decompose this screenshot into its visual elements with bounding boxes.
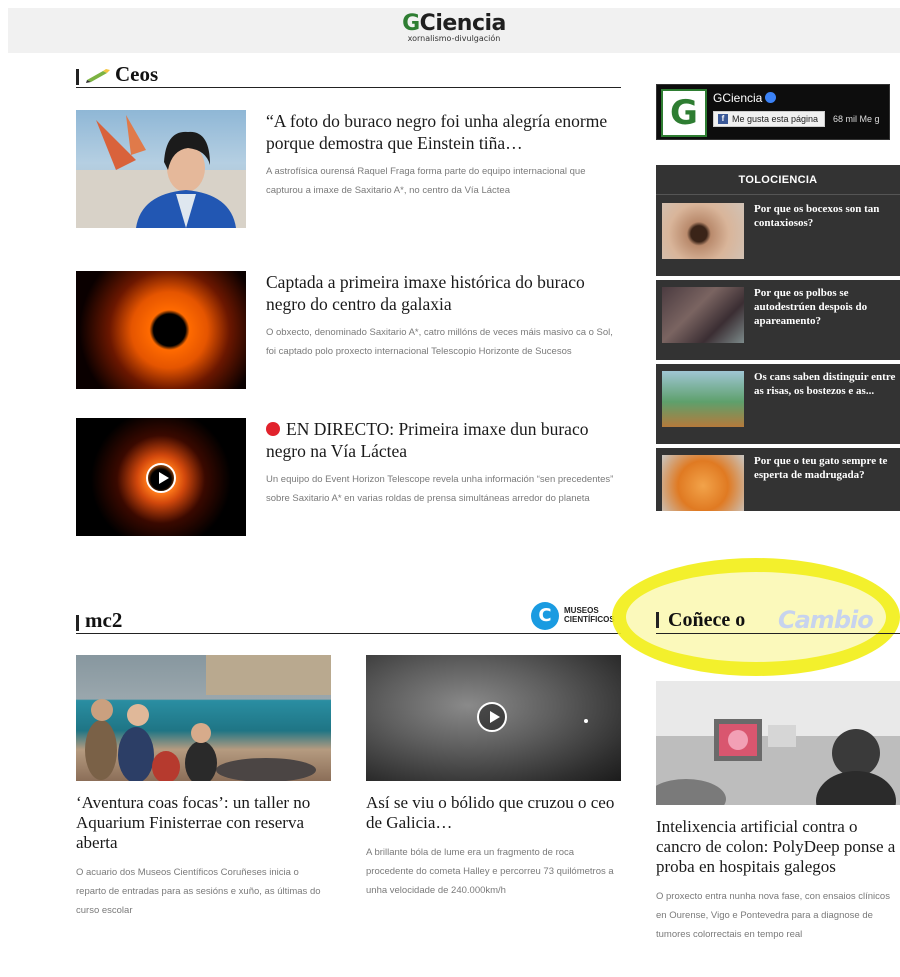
widget-item-title[interactable]: Por que os bocexos son tan contaxiosos?: [754, 202, 900, 230]
article-title[interactable]: EN DIRECTO: Primeira imaxe dun buraco ne…: [266, 418, 621, 462]
widget-item[interactable]: Os cans saben distinguir entre as risas,…: [656, 366, 900, 442]
facebook-page-widget[interactable]: G GCiencia f Me gusta esta página 68 mil…: [656, 84, 890, 140]
article-card[interactable]: Intelixencia artificial contra o cancro …: [656, 681, 900, 944]
section-title[interactable]: Ceos: [115, 63, 158, 85]
top-header: GCiencia xornalismo-divulgación: [8, 8, 900, 53]
article-card[interactable]: “A foto do buraco negro foi unha alegría…: [76, 110, 621, 230]
facebook-like-button[interactable]: f Me gusta esta página: [713, 111, 826, 127]
article-thumbnail[interactable]: [656, 681, 900, 805]
article-excerpt: Un equipo do Event Horizon Telescope rev…: [266, 474, 614, 504]
widget-item-thumbnail[interactable]: [662, 455, 744, 511]
article-body: “A foto do buraco negro foi unha alegría…: [266, 110, 621, 200]
section-title[interactable]: mc2: [85, 609, 122, 631]
article-excerpt: O acuario dos Museos Científicos Coruñes…: [76, 867, 321, 916]
article-card[interactable]: Captada a primeira imaxe histórica do bu…: [76, 271, 621, 391]
article-excerpt: O obxecto, denominado Saxitario A*, catr…: [266, 327, 613, 357]
article-card[interactable]: EN DIRECTO: Primeira imaxe dun buraco ne…: [76, 418, 621, 538]
heading-bar: [76, 69, 79, 85]
page: GCiencia xornalismo-divulgación Ceos “A …: [0, 0, 900, 977]
widget-item-thumbnail[interactable]: [662, 287, 744, 343]
widget-item-title[interactable]: Por que o teu gato sempre te esperta de …: [754, 454, 900, 482]
article-excerpt: A astrofísica ourensá Raquel Fraga forma…: [266, 166, 586, 196]
logo-line: MUSEOS: [564, 606, 599, 615]
widget-item-title[interactable]: Por que os polbos se autodestrúen despoi…: [754, 286, 900, 328]
heading-bar: [656, 612, 659, 628]
site-logo[interactable]: GCiencia xornalismo-divulgación: [8, 11, 900, 44]
article-thumbnail[interactable]: [76, 271, 246, 389]
article-card[interactable]: ‘Aventura coas focas’: un taller no Aqua…: [76, 655, 331, 920]
toloscience-widget: TOLOCIENCIA Por que os bocexos son tan c…: [656, 165, 900, 511]
article-card[interactable]: Así se viu o bólido que cruzou o ceo de …: [366, 655, 621, 900]
article-excerpt: O proxecto entra nunha nova fase, con en…: [656, 891, 890, 940]
widget-item-title[interactable]: Os cans saben distinguir entre as risas,…: [754, 370, 900, 398]
live-dot-icon: [266, 422, 280, 436]
section-heading-conece: Coñece o Cambio: [656, 606, 900, 634]
heading-bar: [76, 615, 79, 631]
divider: [656, 276, 900, 280]
section-title[interactable]: Coñece o: [668, 609, 745, 632]
article-title[interactable]: Intelixencia artificial contra o cancro …: [656, 817, 900, 877]
widget-title[interactable]: TOLOCIENCIA: [656, 165, 900, 195]
article-body: Captada a primeira imaxe histórica do bu…: [266, 271, 621, 361]
widget-item-thumbnail[interactable]: [662, 371, 744, 427]
logo-wordmark: GCiencia: [402, 11, 506, 36]
cambio-logo[interactable]: Cambio: [778, 606, 874, 634]
facebook-page-name[interactable]: GCiencia: [713, 91, 777, 105]
article-body: EN DIRECTO: Primeira imaxe dun buraco ne…: [266, 418, 621, 508]
pencil-icon: [85, 69, 111, 83]
logo-line: CIENTÍFICOS: [564, 615, 615, 624]
widget-item[interactable]: Por que os polbos se autodestrúen despoi…: [656, 282, 900, 358]
section-heading-ceos: Ceos: [76, 62, 621, 88]
article-thumbnail[interactable]: [76, 655, 331, 781]
facebook-icon: f: [718, 114, 728, 124]
verified-icon: [765, 92, 777, 103]
museum-logo-icon: C: [531, 602, 559, 630]
article-title[interactable]: “A foto do buraco negro foi unha alegría…: [266, 110, 621, 154]
divider: [656, 444, 900, 448]
widget-item-thumbnail[interactable]: [662, 203, 744, 259]
article-excerpt: A brillante bóla de lume era un fragment…: [366, 847, 614, 896]
logo-tagline: xornalismo-divulgación: [407, 34, 501, 43]
article-thumbnail[interactable]: [76, 110, 246, 228]
article-title[interactable]: ‘Aventura coas focas’: un taller no Aqua…: [76, 793, 331, 853]
article-thumbnail[interactable]: [76, 418, 246, 536]
article-title[interactable]: Captada a primeira imaxe histórica do bu…: [266, 271, 621, 315]
widget-item[interactable]: Por que os bocexos son tan contaxiosos?: [656, 198, 900, 274]
article-thumbnail[interactable]: [366, 655, 621, 781]
article-title[interactable]: Así se viu o bólido que cruzou o ceo de …: [366, 793, 621, 833]
play-icon[interactable]: [146, 463, 176, 493]
museos-cientificos-logo[interactable]: C MUSEOS CIENTÍFICOS: [531, 602, 623, 632]
divider: [656, 360, 900, 364]
facebook-like-count: 68 mil Me g: [833, 114, 880, 124]
widget-item[interactable]: Por que o teu gato sempre te esperta de …: [656, 450, 900, 526]
page-logo: G: [661, 89, 707, 137]
